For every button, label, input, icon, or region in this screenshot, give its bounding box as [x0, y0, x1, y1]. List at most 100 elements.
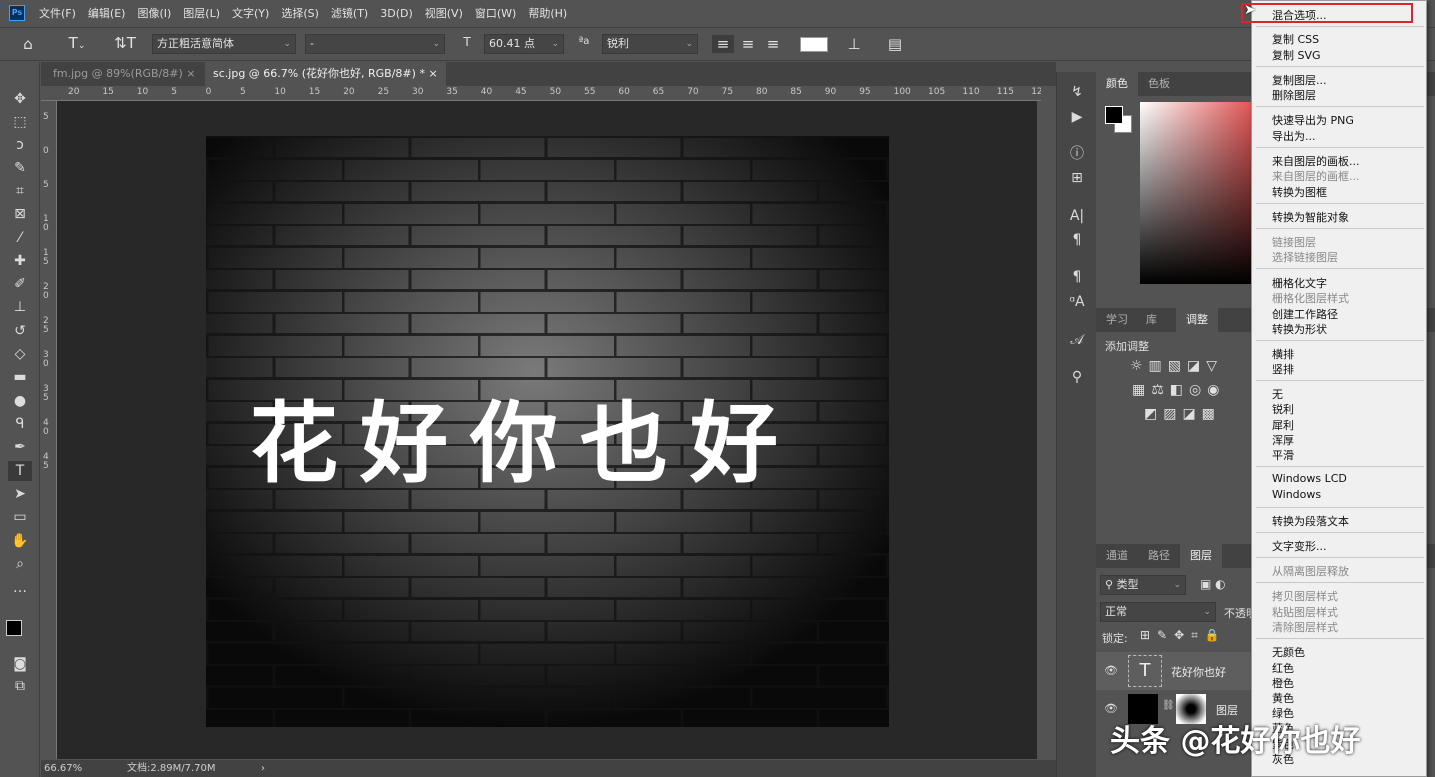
- antialias-select[interactable]: 锐利 ⌄: [602, 34, 698, 54]
- glyphs-icon[interactable]: 𝒜: [1067, 330, 1087, 350]
- menu-image[interactable]: 图像(I): [137, 5, 171, 21]
- menu-aa-strong[interactable]: 浑厚: [1272, 432, 1294, 448]
- eraser-tool-icon[interactable]: ◇: [8, 344, 32, 364]
- menu-convert-to-paragraph[interactable]: 转换为段落文本: [1272, 513, 1349, 529]
- menu-color-orange[interactable]: 橙色: [1272, 675, 1294, 691]
- text-color-swatch[interactable]: [800, 37, 828, 52]
- screen-mode-icon[interactable]: ⧉: [8, 676, 32, 696]
- menu-aa-smooth[interactable]: 平滑: [1272, 447, 1294, 463]
- menu-convert-to-frame[interactable]: 转换为图框: [1272, 184, 1327, 200]
- status-menu-arrow-icon[interactable]: ›: [261, 760, 265, 777]
- foreground-color-swatch[interactable]: [6, 620, 22, 636]
- properties-icon[interactable]: ⊞: [1067, 168, 1087, 188]
- menu-copy-svg[interactable]: 复制 SVG: [1272, 47, 1321, 63]
- menu-blending-options[interactable]: 混合选项...: [1272, 7, 1327, 23]
- move-tool-icon[interactable]: ✥: [8, 89, 32, 109]
- adjustment-icons-row1[interactable]: ☼▥▧◪▽: [1130, 358, 1223, 374]
- chain-link-icon[interactable]: ⛓: [1162, 700, 1175, 711]
- hand-tool-icon[interactable]: ✋: [8, 531, 32, 551]
- menu-color-yellow[interactable]: 黄色: [1272, 690, 1294, 706]
- menu-window[interactable]: 窗口(W): [475, 5, 516, 21]
- menu-artboard-from-layers[interactable]: 来自图层的画板...: [1272, 153, 1360, 169]
- zoom-tool-icon[interactable]: ⌕: [8, 554, 32, 574]
- healing-brush-tool-icon[interactable]: ✚: [8, 251, 32, 271]
- menu-aa-sharp[interactable]: 锐利: [1272, 401, 1294, 417]
- blend-mode-select[interactable]: 正常 ⌄: [1100, 602, 1216, 622]
- menu-aa-none[interactable]: 无: [1272, 386, 1283, 402]
- path-select-tool-icon[interactable]: ➤: [8, 484, 32, 504]
- menu-export-as[interactable]: 导出为...: [1272, 128, 1316, 144]
- tab-color[interactable]: 颜色: [1096, 72, 1138, 96]
- menu-warp-text[interactable]: 文字变形...: [1272, 538, 1327, 554]
- filter-pixel-icon[interactable]: ▣ ◐: [1200, 577, 1226, 591]
- layer-row-text[interactable]: 👁 T 花好你也好: [1096, 652, 1251, 690]
- tab-fm[interactable]: fm.jpg @ 89%(RGB/8#) ×: [45, 62, 203, 86]
- rectangle-tool-icon[interactable]: ▭: [8, 507, 32, 527]
- color-picker-field[interactable]: [1140, 102, 1260, 284]
- menu-layer[interactable]: 图层(L): [183, 5, 220, 21]
- menu-horizontal[interactable]: 横排: [1272, 346, 1294, 362]
- adjustment-icons-row3[interactable]: ◩▨◪▩: [1144, 406, 1221, 422]
- adjustment-icons-row2[interactable]: ▦⚖◧◎◉: [1132, 382, 1225, 398]
- lasso-tool-icon[interactable]: ↄ: [8, 135, 32, 155]
- character-panel-icon[interactable]: ▤: [884, 35, 906, 53]
- menu-color-red[interactable]: 红色: [1272, 660, 1294, 676]
- visibility-eye-icon[interactable]: 👁: [1104, 664, 1118, 677]
- menu-convert-to-smart-object[interactable]: 转换为智能对象: [1272, 209, 1349, 225]
- layer-name[interactable]: 花好你也好: [1171, 664, 1226, 680]
- panel-foreground-swatch[interactable]: [1105, 106, 1123, 124]
- menu-view[interactable]: 视图(V): [425, 5, 463, 21]
- tab-swatches[interactable]: 色板: [1138, 72, 1180, 96]
- tab-channels[interactable]: 通道: [1096, 544, 1138, 568]
- canvas-text-layer[interactable]: 花好你也好: [250, 394, 850, 494]
- menu-copy-css[interactable]: 复制 CSS: [1272, 31, 1319, 47]
- tab-layers[interactable]: 图层: [1180, 544, 1222, 568]
- menu-windows[interactable]: Windows: [1272, 488, 1321, 501]
- align-left-icon[interactable]: ≡: [712, 35, 734, 53]
- menu-quick-export-png[interactable]: 快速导出为 PNG: [1272, 112, 1354, 128]
- clone-stamp-tool-icon[interactable]: ⊥: [8, 297, 32, 317]
- menu-duplicate-layer[interactable]: 复制图层...: [1272, 72, 1327, 88]
- gradient-tool-icon[interactable]: ▬: [8, 367, 32, 387]
- more-tools-icon[interactable]: …: [8, 578, 32, 598]
- tab-adjustments[interactable]: 调整: [1176, 308, 1218, 332]
- warp-text-icon[interactable]: ⊥: [843, 35, 865, 53]
- brush-tool-icon[interactable]: ✐: [8, 274, 32, 294]
- menu-select[interactable]: 选择(S): [281, 5, 319, 21]
- tab-learn[interactable]: 学习: [1096, 308, 1138, 332]
- font-family-select[interactable]: 方正粗活意简体 ⌄: [152, 34, 296, 54]
- blur-tool-icon[interactable]: ●: [8, 391, 32, 411]
- align-center-icon[interactable]: ≡: [737, 35, 759, 53]
- quick-select-tool-icon[interactable]: ✎: [8, 158, 32, 178]
- layer-filter-select[interactable]: ⚲ 类型 ⌄: [1100, 575, 1186, 595]
- frame-tool-icon[interactable]: ⊠: [8, 204, 32, 224]
- menu-delete-layer[interactable]: 删除图层: [1272, 87, 1316, 103]
- character-icon[interactable]: A|: [1067, 206, 1087, 226]
- history-icon[interactable]: ↯: [1067, 82, 1087, 102]
- menu-3d[interactable]: 3D(D): [380, 7, 413, 20]
- lock-icons[interactable]: ⊞✎✥⌗🔒: [1140, 628, 1227, 643]
- dodge-tool-icon[interactable]: ᑫ: [8, 414, 32, 434]
- menu-create-work-path[interactable]: 创建工作路径: [1272, 306, 1338, 322]
- close-icon[interactable]: ×: [428, 67, 437, 80]
- font-style-select[interactable]: - ⌄: [305, 34, 445, 54]
- tab-libraries[interactable]: 库: [1136, 308, 1167, 332]
- menu-vertical[interactable]: 竖排: [1272, 361, 1294, 377]
- character-styles-icon[interactable]: ¶: [1067, 267, 1087, 287]
- menu-rasterize-type[interactable]: 栅格化文字: [1272, 275, 1327, 291]
- tab-sc[interactable]: sc.jpg @ 66.7% (花好你也好, RGB/8#) * ×: [205, 62, 446, 86]
- actions-play-icon[interactable]: ▶: [1067, 107, 1087, 127]
- visibility-eye-icon[interactable]: 👁: [1104, 702, 1118, 715]
- menu-filter[interactable]: 滤镜(T): [331, 5, 368, 21]
- paragraph-icon[interactable]: ¶: [1067, 230, 1087, 250]
- menu-color-none[interactable]: 无颜色: [1272, 644, 1305, 660]
- menu-edit[interactable]: 编辑(E): [88, 5, 126, 21]
- paragraph-styles-icon[interactable]: ᵅA: [1067, 292, 1087, 312]
- type-tool-icon[interactable]: T: [8, 461, 32, 481]
- align-right-icon[interactable]: ≡: [762, 35, 784, 53]
- 3d-icon[interactable]: ⚲: [1067, 367, 1087, 387]
- tab-paths[interactable]: 路径: [1138, 544, 1180, 568]
- menu-help[interactable]: 帮助(H): [528, 5, 567, 21]
- marquee-tool-icon[interactable]: ⬚: [8, 112, 32, 132]
- history-brush-tool-icon[interactable]: ↺: [8, 321, 32, 341]
